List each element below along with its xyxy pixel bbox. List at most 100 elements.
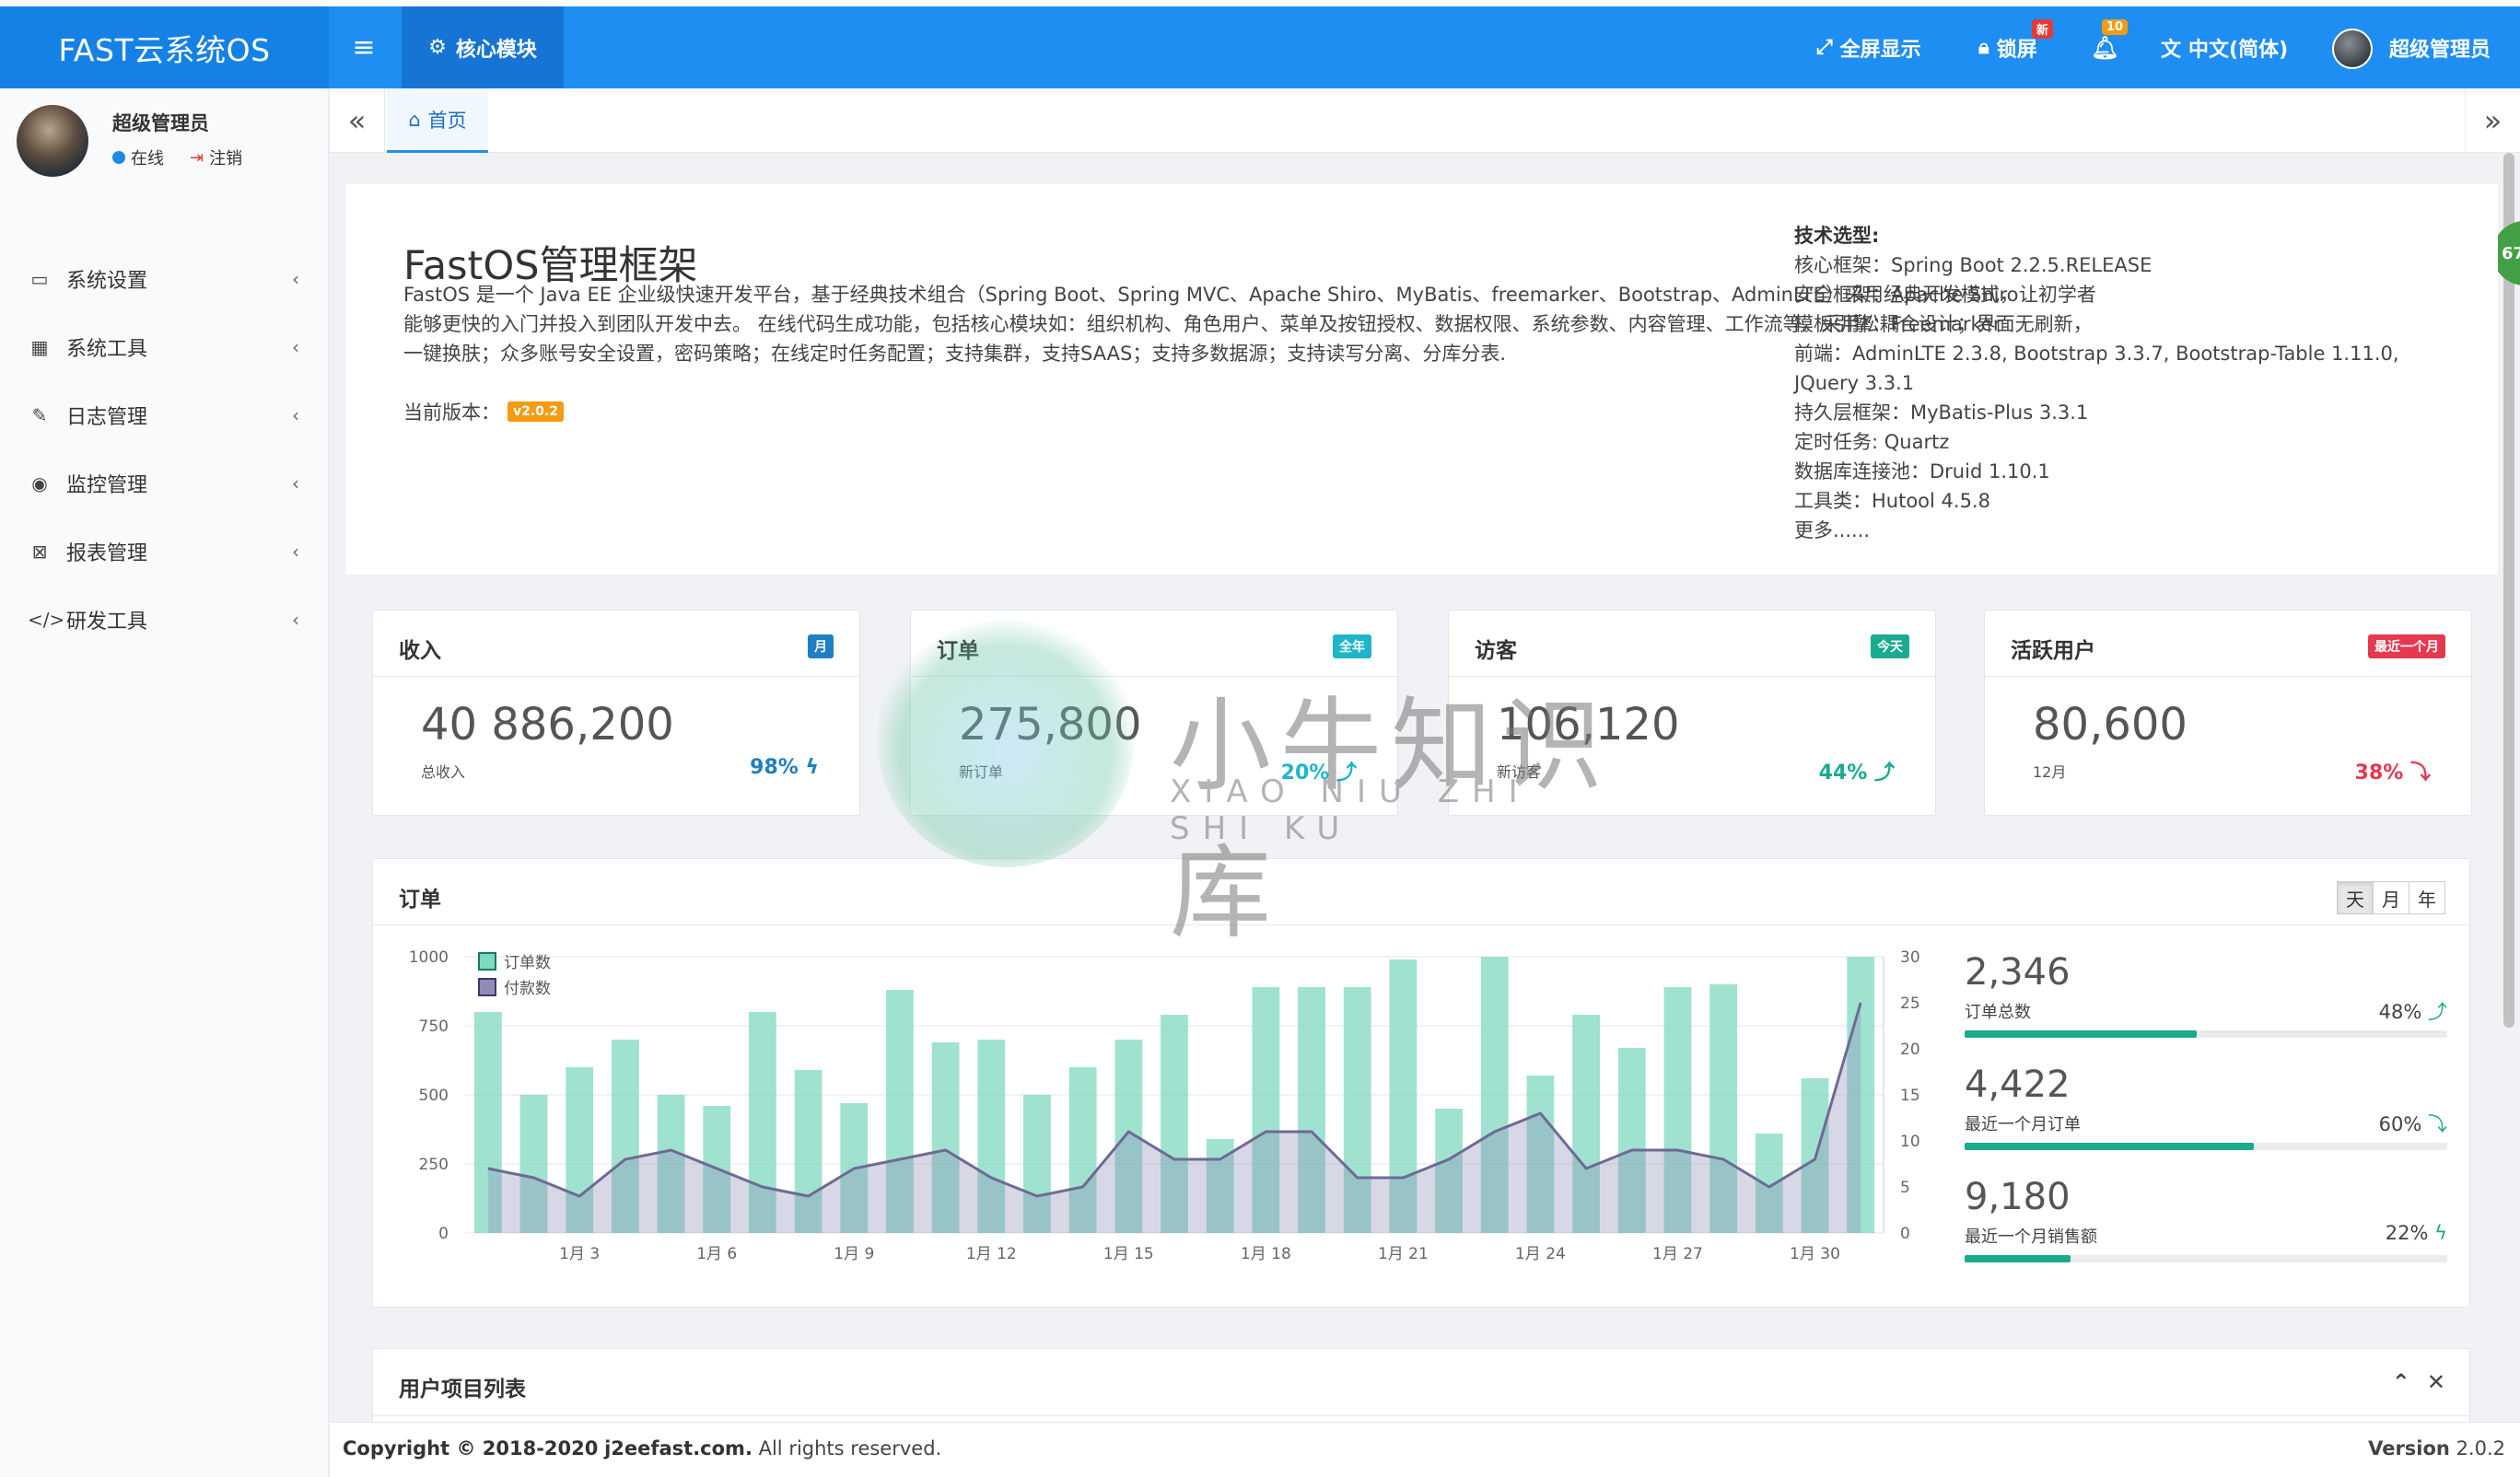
range-day-button[interactable]: 天 [2337, 881, 2374, 914]
gear-icon: ⚙ [428, 36, 447, 59]
tech-item: 数据库连接池：Druid 1.10.1 [1794, 460, 2050, 483]
card-title: 订单 [937, 639, 979, 663]
card-value: 80,600 [2033, 699, 2188, 750]
level-up-icon: ⤴ [2428, 1001, 2447, 1023]
tabs-scroll-left-button[interactable]: « [330, 88, 385, 153]
more-link[interactable]: 更多...... [1794, 516, 2457, 545]
tab-home[interactable]: ⌂ 首页 [387, 88, 488, 153]
x-tick-label: 1月 24 [1515, 1245, 1566, 1263]
y-left-tick-label: 0 [438, 1225, 449, 1243]
edit-icon: ✎ [31, 404, 48, 426]
range-button-group: 天 月 年 [2337, 881, 2445, 914]
core-module-tab[interactable]: ⚙ 核心模块 [402, 6, 564, 88]
range-month-button[interactable]: 月 [2373, 881, 2409, 914]
visitors-card: 访客 今天 106,120 新访客 44% ⤴ [1448, 610, 1936, 816]
card-period-label: 最近一个月 [2368, 634, 2445, 658]
chevron-up-icon[interactable]: ⌃ [2392, 1369, 2410, 1395]
lock-icon: 🔒︎ [1978, 36, 1989, 59]
version-badge: v2.0.2 [508, 401, 564, 422]
card-subtitle: 12月 [2033, 763, 2067, 781]
y-right-tick-label: 10 [1900, 1133, 1920, 1151]
sidebar-item-dev-tools[interactable]: </> 研发工具 ‹ [0, 586, 329, 654]
card-value: 106,120 [1497, 699, 1680, 750]
top-strip [0, 0, 2520, 6]
progress-bar [1965, 1030, 2447, 1038]
card-period-label: 全年 [1333, 634, 1371, 658]
user-menu[interactable]: 超级管理员 [2389, 6, 2491, 88]
copyright-domain-link[interactable]: j2eefast.com. [604, 1437, 752, 1460]
user-projects-panel: 用户项目列表 ⌃ ✕ [372, 1348, 2470, 1422]
legend-swatch-payments [478, 978, 496, 996]
fullscreen-label: 全屏显示 [1839, 38, 1921, 62]
header-avatar[interactable] [2332, 29, 2373, 69]
language-icon: 文 [2161, 38, 2182, 62]
tech-title: 技术选型: [1794, 225, 1880, 247]
legend-label-payments: 付款数 [504, 980, 551, 998]
sidebar-item-label: 系统工具 [66, 338, 148, 361]
online-dot-icon [112, 151, 125, 164]
tech-item: 安全框架：Apache Shiro [1794, 284, 2019, 306]
range-year-button[interactable]: 年 [2409, 881, 2445, 914]
page-scrollbar[interactable] [2503, 153, 2514, 1028]
chevron-left-icon: ‹ [292, 609, 299, 631]
panel-divider [373, 1415, 2469, 1416]
legend-swatch-orders [478, 952, 496, 971]
card-title: 收入 [399, 639, 441, 663]
language-switcher[interactable]: 文 中文(简体) [2161, 6, 2288, 88]
notify-count-badge: 10 [2102, 19, 2129, 35]
progress-fill [1965, 1143, 2255, 1150]
x-tick-label: 1月 9 [834, 1245, 874, 1263]
panel-header: 订单 天 月 年 [373, 859, 2469, 925]
card-percentage: 20% ⤴ [1281, 756, 1357, 785]
card-subtitle: 新订单 [959, 763, 1004, 781]
progress-bar [1965, 1143, 2447, 1150]
sign-out-icon[interactable]: ⇥ [190, 148, 204, 168]
current-version: 当前版本： v2.0.2 [403, 398, 564, 425]
top-navbar: FAST云系统OS ≡ ⚙ 核心模块 ⤢ 全屏显示 🔒︎ 锁屏 新 🔔︎ 10 … [0, 6, 2520, 88]
progress-bar [1965, 1255, 2447, 1262]
brand-logo[interactable]: FAST云系统OS [0, 6, 329, 88]
logout-link[interactable]: 注销 [209, 145, 242, 169]
level-up-icon: ⤴ [1873, 762, 1895, 785]
sidebar-item-system-settings[interactable]: ▭ 系统设置 ‹ [0, 245, 329, 313]
chevron-left-icon: ‹ [292, 268, 299, 290]
close-icon[interactable]: ✕ [2427, 1369, 2445, 1395]
sidebar-item-reports[interactable]: ⊠ 报表管理 ‹ [0, 518, 329, 586]
y-left-tick-label: 250 [419, 1156, 449, 1174]
x-tick-label: 1月 6 [696, 1245, 737, 1263]
y-left-tick-label: 1000 [409, 948, 449, 967]
version-number: 2.0.2 [2456, 1437, 2505, 1460]
footer: Copyright © 2018-2020 j2eefast.com. All … [330, 1422, 2520, 1477]
bolt-icon: ϟ [2434, 1222, 2447, 1244]
y-left-tick-label: 750 [419, 1018, 449, 1036]
bars-icon: ≡ [352, 31, 376, 64]
x-tick-label: 1月 27 [1652, 1245, 1703, 1263]
fullscreen-button[interactable]: ⤢ 全屏显示 [1816, 6, 1921, 88]
x-tick-label: 1月 15 [1103, 1245, 1154, 1263]
bell-icon: 🔔︎ [2091, 34, 2119, 61]
chevron-left-icon: ‹ [292, 336, 299, 358]
card-subtitle: 新访客 [1497, 763, 1542, 781]
chevron-left-icon: ‹ [292, 472, 299, 494]
sidebar-item-label: 系统设置 [66, 270, 148, 293]
summary-total-orders: 2,346 订单总数 48% ⤴ [1965, 951, 2447, 1064]
sidebar-item-system-tools[interactable]: ▦ 系统工具 ‹ [0, 313, 329, 381]
tabs-scroll-right-button[interactable]: » [2465, 88, 2520, 153]
order-summary-stats: 2,346 订单总数 48% ⤴ 4,422 最近一个月订单 60% ⤵ 9,1… [1965, 951, 2447, 1288]
user-status: 在线 ⇥ 注销 [112, 145, 242, 169]
sidebar-item-log-management[interactable]: ✎ 日志管理 ‹ [0, 381, 329, 449]
summary-percentage: 22% ϟ [2386, 1222, 2447, 1244]
sidebar-item-monitoring[interactable]: ◉ 监控管理 ‹ [0, 449, 329, 518]
card-pct-value: 20% [1280, 762, 1330, 785]
bolt-icon: ϟ [805, 756, 819, 779]
card-title: 访客 [1475, 639, 1517, 663]
sidebar-toggle-button[interactable]: ≡ [332, 6, 396, 88]
card-value: 275,800 [959, 699, 1142, 750]
intro-box: FastOS管理框架 FastOS 是一个 Java EE 企业级快速开发平台，… [346, 184, 2498, 575]
double-chevron-left-icon: « [347, 103, 367, 138]
lock-screen-button[interactable]: 🔒︎ 锁屏 [1978, 6, 2037, 88]
panel-title: 用户项目列表 [399, 1378, 526, 1401]
active-users-card: 活跃用户 最近一个月 80,600 12月 38% ⤵ [1984, 610, 2472, 816]
chevron-left-icon: ‹ [292, 404, 299, 426]
code-icon: </> [28, 609, 65, 631]
